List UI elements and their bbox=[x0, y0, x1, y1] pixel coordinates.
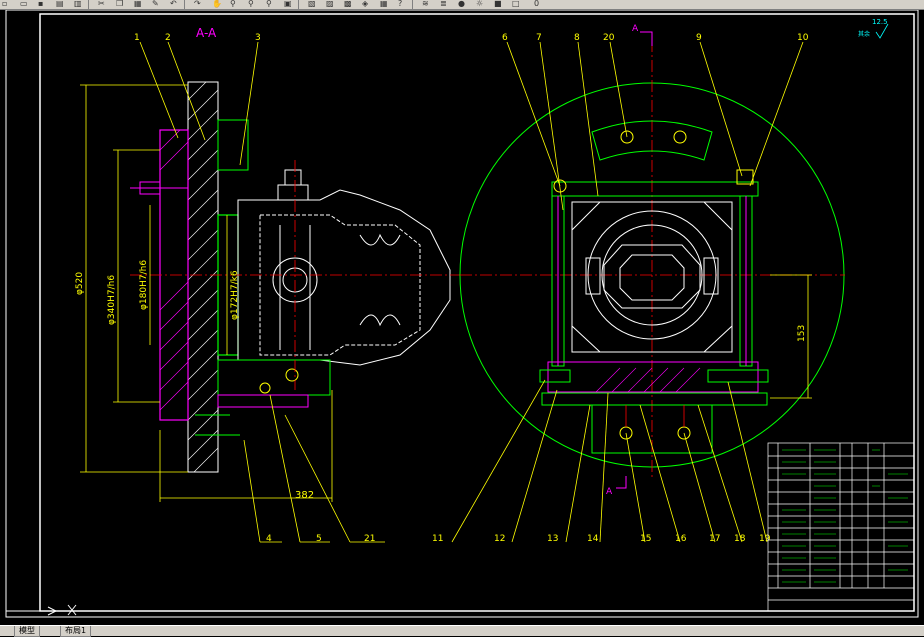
leaders-right-top bbox=[506, 41, 804, 211]
dim-width: 382 bbox=[295, 490, 314, 501]
balloon-14: 14 bbox=[587, 534, 599, 544]
standard-toolbar: ▫ ▭ ▪ ▤ ▥ ✂ ❐ ▦ ✎ ↶ ↷ ✋ ⚲ ⚲ ⚲ ▣ ▧ ▨ ▩ ◈ ▦? ≋ ≣ ● ☼ ■ □ 0 bbox=[0, 0, 924, 10]
screw-head bbox=[259, 382, 271, 394]
balloon-15: 15 bbox=[640, 534, 651, 544]
balloon-2: 2 bbox=[165, 33, 171, 43]
drawing-svg[interactable]: A-A φ520 φ340H7/h6 φ180H7/h6 φ172H7/k6 3… bbox=[0, 9, 924, 625]
new-icon[interactable]: ▫ bbox=[2, 0, 7, 8]
wedge-block bbox=[547, 361, 759, 393]
paste-icon[interactable]: ▦ bbox=[134, 0, 142, 8]
gearbox-housing bbox=[237, 169, 451, 366]
bulb-icon[interactable]: ● bbox=[458, 0, 465, 8]
calc-icon[interactable]: ▦ bbox=[380, 0, 388, 8]
save-icon[interactable]: ▪ bbox=[38, 0, 43, 8]
tab-model[interactable]: 模型 bbox=[14, 626, 40, 637]
roughness-symbol: 12.5 其余 bbox=[858, 18, 889, 39]
zoom-previous-icon[interactable]: ⚲ bbox=[266, 0, 272, 8]
color-icon[interactable]: □ bbox=[512, 0, 520, 8]
section-view-aa: A-A φ520 φ340H7/h6 φ180H7/h6 φ172H7/k6 3… bbox=[75, 26, 460, 544]
balloon-6: 6 bbox=[502, 33, 508, 43]
sheetset-icon[interactable]: ▩ bbox=[344, 0, 352, 8]
clamp-bar bbox=[217, 394, 309, 408]
toolbar-separator bbox=[88, 0, 89, 9]
balloon-10: 10 bbox=[797, 33, 809, 43]
base-plate-hatch bbox=[187, 81, 219, 473]
matchprop-icon[interactable]: ✎ bbox=[152, 0, 159, 8]
locating-block bbox=[217, 119, 249, 171]
section-title: A-A bbox=[196, 26, 217, 40]
wedge-hatch bbox=[595, 367, 701, 393]
pan-icon[interactable]: ✋ bbox=[212, 0, 222, 8]
leaders-left bbox=[139, 41, 385, 543]
balloon-3: 3 bbox=[255, 33, 261, 43]
right-screw bbox=[707, 369, 769, 383]
layer-state-icon[interactable]: ≣ bbox=[440, 0, 447, 8]
toolpalette-icon[interactable]: ▨ bbox=[326, 0, 334, 8]
leaders-right-bottom bbox=[451, 379, 768, 543]
support-bracket bbox=[217, 359, 331, 396]
sun-icon[interactable]: ☼ bbox=[476, 0, 483, 8]
zoom-window-icon[interactable]: ⚲ bbox=[248, 0, 254, 8]
drawing-canvas[interactable]: A-A φ520 φ340H7/h6 φ180H7/h6 φ172H7/k6 3… bbox=[0, 9, 924, 625]
roughness-note: 其余 bbox=[858, 30, 870, 38]
base-plate bbox=[187, 81, 219, 473]
balloon-4: 4 bbox=[266, 534, 272, 544]
section-mark-bottom: A bbox=[606, 487, 613, 497]
layout-tabs: 模型 布局1 bbox=[0, 625, 924, 637]
roughness-check bbox=[875, 23, 889, 39]
balloon-21: 21 bbox=[364, 534, 375, 544]
dim-bore-2: φ180H7/h6 bbox=[139, 260, 149, 310]
balloon-1: 1 bbox=[134, 33, 140, 43]
faceplate-hatch bbox=[159, 129, 189, 411]
balloon-5: 5 bbox=[316, 534, 322, 544]
dim-bore-1: φ340H7/h6 bbox=[107, 275, 117, 325]
lock-icon[interactable]: ■ bbox=[494, 0, 502, 8]
layer-name[interactable]: 0 bbox=[534, 0, 539, 8]
dim-overall-height: φ520 bbox=[75, 272, 85, 295]
balloon-9: 9 bbox=[696, 33, 702, 43]
balloon-19: 19 bbox=[759, 534, 771, 544]
arc-bolt-2 bbox=[673, 130, 687, 144]
section-marks bbox=[616, 31, 653, 489]
layer-icon[interactable]: ≋ bbox=[422, 0, 429, 8]
print-icon[interactable]: ▤ bbox=[56, 0, 64, 8]
help-icon[interactable]: ? bbox=[398, 0, 402, 8]
balloon-11: 11 bbox=[432, 534, 443, 544]
preview-icon[interactable]: ▥ bbox=[74, 0, 82, 8]
undo-icon[interactable]: ↶ bbox=[170, 0, 177, 8]
dim-bore-3: φ172H7/k6 bbox=[230, 270, 240, 320]
balloon-8: 8 bbox=[574, 33, 580, 43]
balloon-7: 7 bbox=[536, 33, 542, 43]
balloon-20: 20 bbox=[603, 33, 615, 43]
section-mark-top: A bbox=[632, 24, 639, 34]
toolbar-separator bbox=[298, 0, 299, 9]
balloon-12: 12 bbox=[494, 534, 505, 544]
toolbar-separator bbox=[412, 0, 413, 9]
top-crossbar bbox=[551, 181, 759, 197]
redo-icon[interactable]: ↷ bbox=[194, 0, 201, 8]
inner-border bbox=[39, 13, 915, 612]
properties-icon[interactable]: ▣ bbox=[284, 0, 292, 8]
tab-layout1[interactable]: 布局1 bbox=[60, 626, 92, 637]
cut-icon[interactable]: ✂ bbox=[98, 0, 105, 8]
dim-height: 153 bbox=[797, 325, 807, 342]
copy-icon[interactable]: ❐ bbox=[116, 0, 123, 8]
balloon-18: 18 bbox=[734, 534, 746, 544]
dimension-lines-left bbox=[80, 84, 333, 502]
designcenter-icon[interactable]: ▧ bbox=[308, 0, 316, 8]
front-view: A A 153 6 7 8 20 9 10 11 12 13 14 15 16 … bbox=[432, 24, 845, 544]
parts-list bbox=[767, 442, 915, 612]
zoom-realtime-icon[interactable]: ⚲ bbox=[230, 0, 236, 8]
bolt-head bbox=[285, 368, 299, 382]
toolbar-separator bbox=[184, 0, 185, 9]
ucs-icon bbox=[6, 604, 77, 616]
markup-icon[interactable]: ◈ bbox=[362, 0, 368, 8]
balloon-16: 16 bbox=[675, 534, 687, 544]
roughness-value: 12.5 bbox=[872, 18, 888, 26]
open-icon[interactable]: ▭ bbox=[20, 0, 28, 8]
balloon-13: 13 bbox=[547, 534, 558, 544]
balloon-17: 17 bbox=[709, 534, 720, 544]
